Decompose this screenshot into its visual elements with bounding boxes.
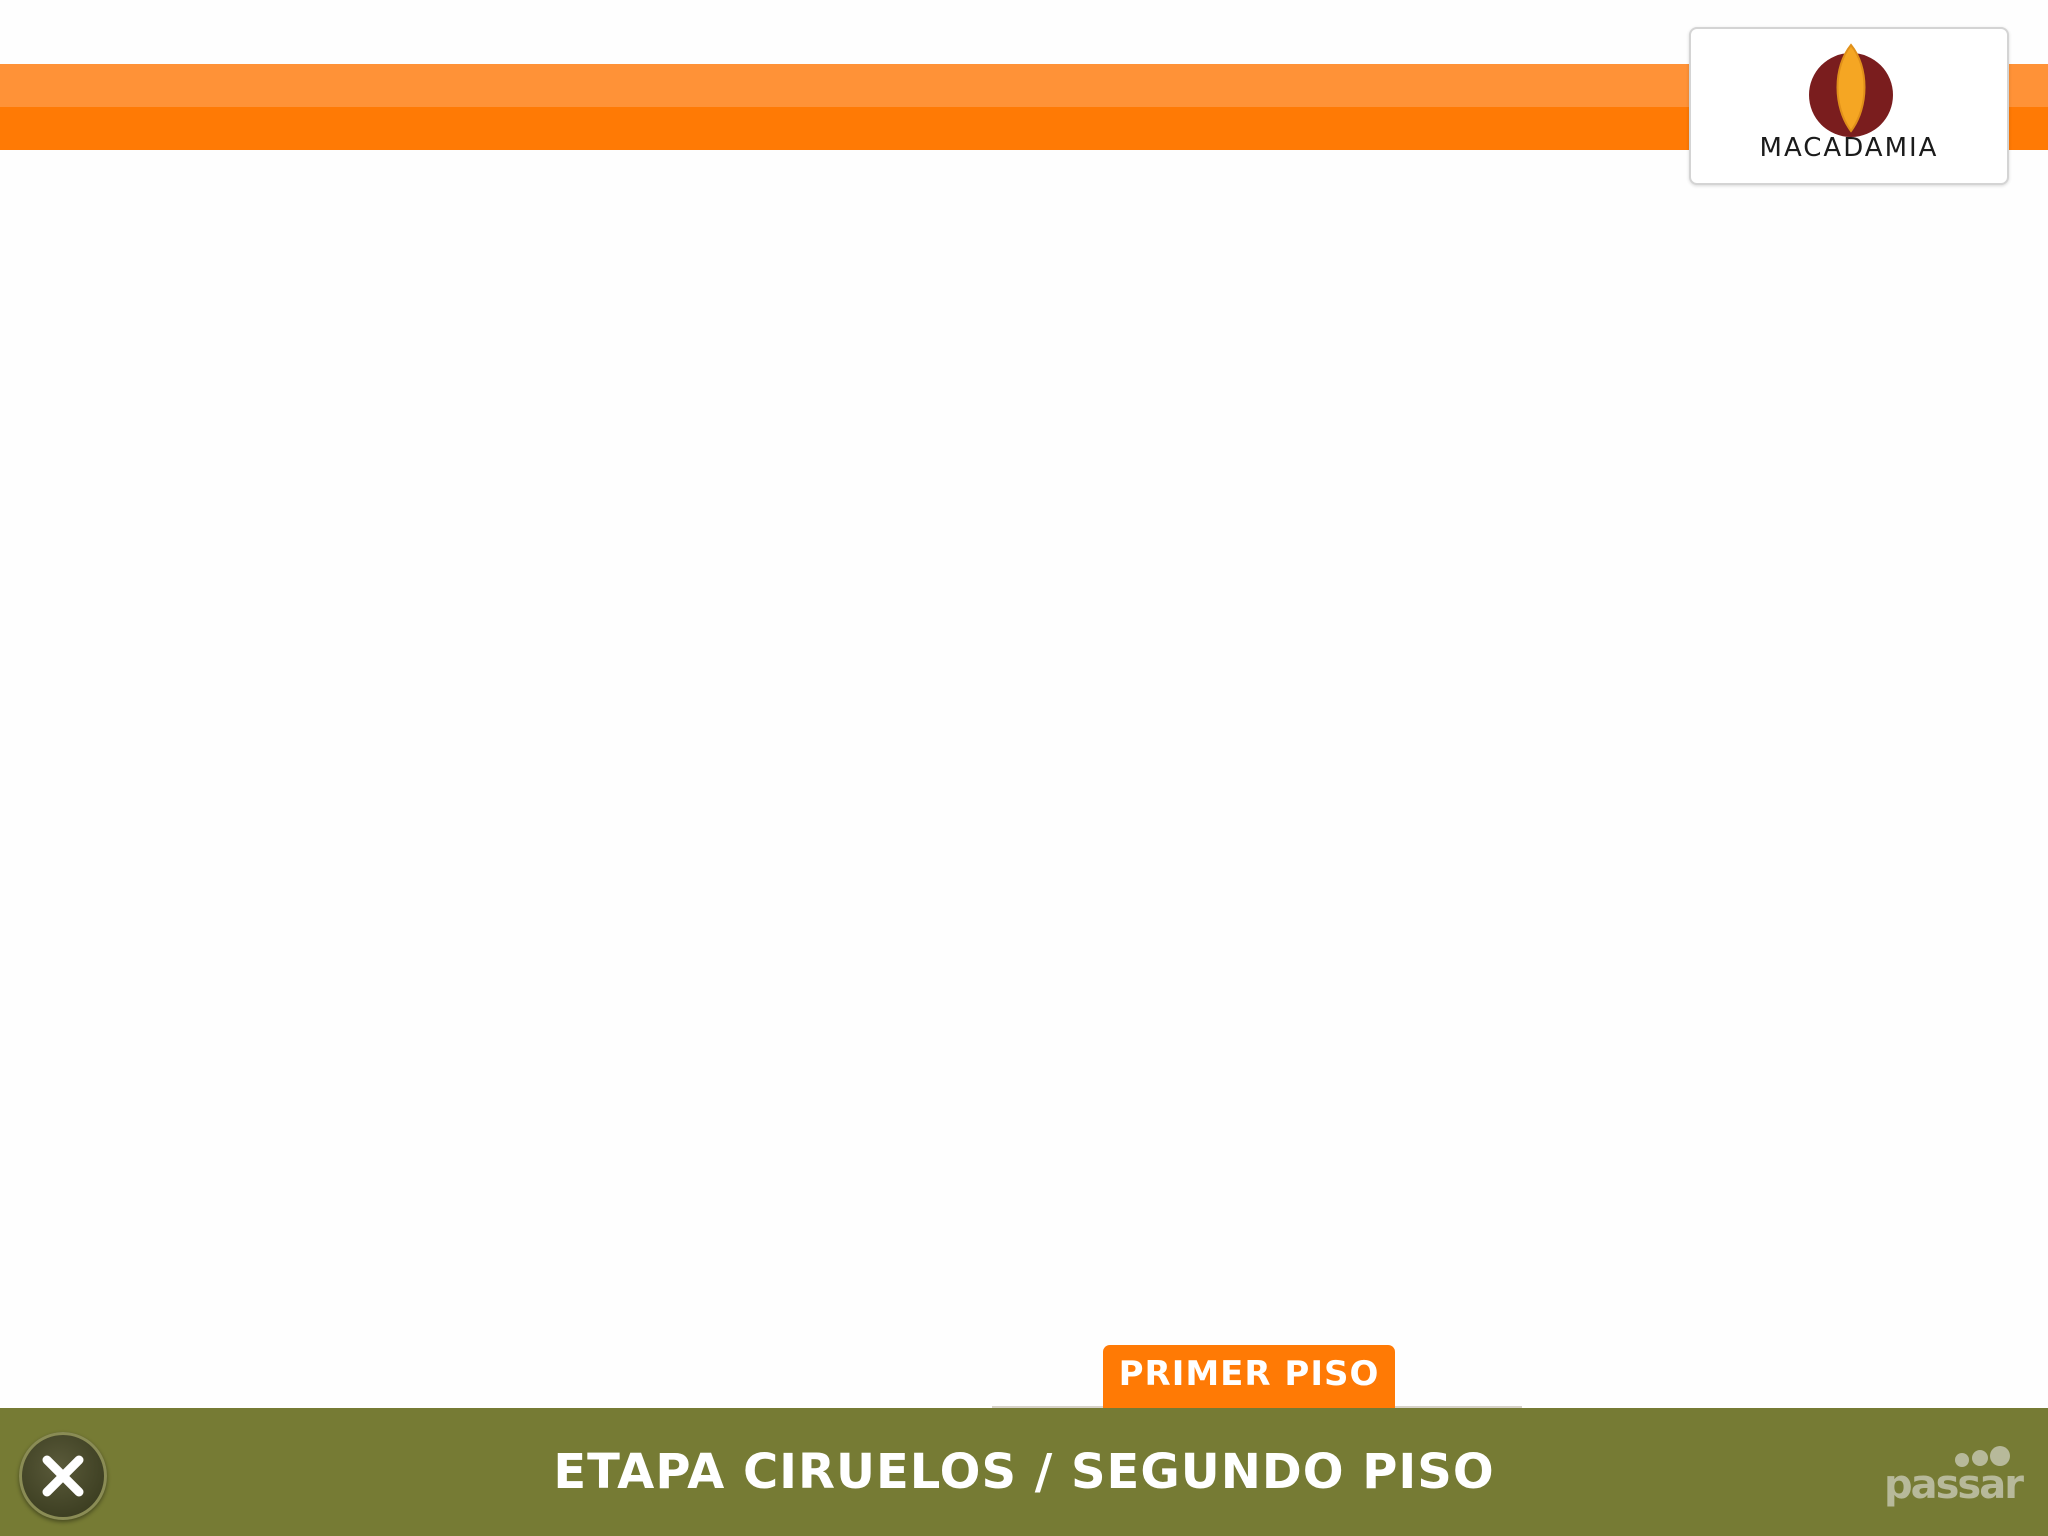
page: MACADAMIA PRIMER PISO ETAPA CIRUELOS / S… (0, 0, 2048, 1536)
macadamia-logo: MACADAMIA (1689, 27, 2009, 185)
passar-brand-text: passar (1884, 1462, 2024, 1508)
close-button[interactable] (19, 1432, 107, 1520)
logo-text: MACADAMIA (1759, 133, 1939, 163)
page-title: ETAPA CIRUELOS / SEGUNDO PISO (553, 1444, 1495, 1500)
bottom-bar: ETAPA CIRUELOS / SEGUNDO PISO passar (0, 1408, 2048, 1536)
tab-primer-piso[interactable]: PRIMER PISO (1103, 1345, 1395, 1409)
macadamia-leaf-icon (1809, 43, 1893, 137)
passar-logo: passar (1880, 1444, 2024, 1514)
close-icon (42, 1455, 84, 1497)
